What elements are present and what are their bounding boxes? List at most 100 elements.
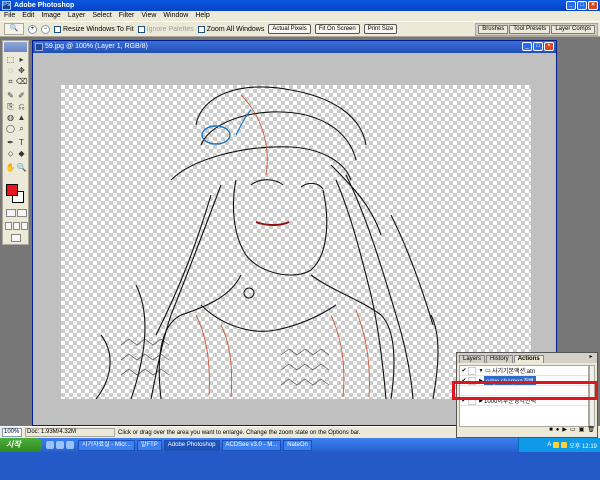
document-minimize-button[interactable]: _ (522, 42, 532, 51)
action-set-row[interactable]: ✔ ▼ ▭ 사기기본액션.atn (460, 366, 588, 376)
hand-tool-icon[interactable]: ✋ (5, 163, 16, 173)
quick-mask-mode-button[interactable] (17, 209, 27, 217)
brushes-tab[interactable]: Brushes (478, 25, 509, 34)
close-button[interactable]: × (588, 1, 598, 10)
menu-select[interactable]: Select (92, 11, 111, 21)
highlight-annotation (452, 381, 598, 400)
tray-icon[interactable] (561, 442, 568, 448)
action-toggle-check-icon[interactable]: ✔ (460, 367, 468, 374)
eraser-tool-icon[interactable]: ◍ (5, 113, 16, 123)
start-button[interactable]: 시작 (0, 438, 42, 452)
document-close-button[interactable]: × (544, 42, 554, 51)
resize-windows-checkbox[interactable]: Resize Windows To Fit (54, 25, 134, 33)
history-brush-tool-icon[interactable]: ⎌ (16, 102, 27, 112)
quick-launch-desktop-icon[interactable] (56, 441, 64, 449)
dialog-toggle-icon[interactable] (468, 366, 476, 375)
clone-stamp-tool-icon[interactable]: ⎘ (5, 102, 16, 112)
crop-tool-icon[interactable]: ⌗ (5, 77, 16, 87)
document-window-controls: _ □ × (522, 42, 554, 51)
delete-icon[interactable]: 🗑 (587, 426, 595, 435)
tab-layers[interactable]: Layers (459, 355, 486, 363)
restore-button[interactable]: □ (577, 1, 587, 10)
actual-pixels-button[interactable]: Actual Pixels (268, 24, 311, 34)
record-icon[interactable]: ● (556, 426, 560, 435)
path-selection-tool-icon[interactable]: ✒ (5, 138, 16, 148)
document-maximize-button[interactable]: □ (533, 42, 543, 51)
zoom-level-field[interactable]: 100% (2, 428, 22, 437)
type-tool-icon[interactable]: T (16, 138, 27, 148)
resize-windows-label: Resize Windows To Fit (63, 25, 134, 33)
ignore-palettes-label: Ignore Palettes (146, 25, 194, 33)
shape-tool-icon[interactable]: ◆ (16, 149, 27, 159)
print-size-button[interactable]: Print Size (363, 24, 398, 34)
fit-on-screen-button[interactable]: Fit On Screen (314, 24, 360, 34)
slice-tool-icon[interactable]: ⌫ (16, 77, 27, 87)
task-word[interactable]: 시기자료실 - Micr... (78, 439, 135, 451)
new-set-icon[interactable]: ▭ (570, 426, 576, 435)
menu-view[interactable]: View (141, 11, 156, 21)
tab-history[interactable]: History (486, 355, 513, 363)
app-title-bar: Ps Adobe Photoshop _ □ × (0, 0, 600, 11)
document-icon (35, 43, 43, 51)
toolbox-header (4, 42, 27, 52)
document-info[interactable]: Doc: 1.93M/4.32M (25, 428, 115, 437)
zoom-out-icon[interactable]: − (41, 24, 50, 34)
marquee-tool-icon[interactable]: ⬚ (5, 55, 16, 65)
language-indicator[interactable]: A (547, 442, 551, 448)
foreground-color-swatch[interactable] (6, 184, 18, 196)
task-photoshop[interactable]: Adobe Photoshop (163, 439, 220, 451)
task-acdsee[interactable]: ACDSee v3.0 - M... (221, 439, 282, 451)
action-set-label: 사기기본액션.atn (492, 369, 536, 375)
palette-menu-icon[interactable]: ▸ (587, 354, 595, 361)
stop-icon[interactable]: ■ (549, 426, 553, 435)
document-title: 59.jpg @ 100% (Layer 1, RGB/8) (45, 43, 148, 50)
standard-mode-button[interactable] (6, 209, 16, 217)
menu-file[interactable]: File (4, 11, 15, 21)
menu-layer[interactable]: Layer (68, 11, 86, 21)
screen-mode-full-button[interactable] (21, 222, 28, 230)
minimize-button[interactable]: _ (566, 1, 576, 10)
menu-help[interactable]: Help (195, 11, 209, 21)
ignore-palettes-check-icon[interactable] (137, 25, 145, 33)
healing-brush-tool-icon[interactable]: ✎ (5, 91, 16, 101)
screen-mode-full-menu-button[interactable] (13, 222, 20, 230)
menu-filter[interactable]: Filter (119, 11, 135, 21)
layer-comps-tab[interactable]: Layer Comps (551, 25, 595, 34)
clock: 오후 12:19 (569, 443, 597, 450)
zoom-all-check-icon[interactable] (197, 25, 205, 33)
ignore-palettes-checkbox[interactable]: Ignore Palettes (137, 25, 194, 33)
move-tool-icon[interactable]: ▸ (16, 55, 27, 65)
menu-bar: File Edit Image Layer Select Filter View… (0, 11, 600, 21)
zoom-tool-icon[interactable]: 🔍 (16, 163, 27, 173)
resize-windows-check-icon[interactable] (54, 25, 61, 33)
palette-bottom-bar: ■ ● ▶ ▭ ▣ 🗑 (459, 426, 595, 435)
gradient-tool-icon[interactable]: ▲ (16, 113, 27, 123)
quick-launch-ie-icon[interactable] (46, 441, 54, 449)
magic-wand-tool-icon[interactable]: ✥ (16, 66, 27, 76)
menu-window[interactable]: Window (163, 11, 188, 21)
taskbar-lower-area (0, 452, 600, 480)
play-icon[interactable]: ▶ (562, 426, 567, 435)
menu-image[interactable]: Image (41, 11, 60, 21)
dodge-tool-icon[interactable]: ⌕ (16, 124, 27, 134)
options-bar: 🔍 + − Resize Windows To Fit Ignore Palet… (0, 21, 600, 37)
jump-to-imageready-button[interactable] (11, 234, 21, 242)
zoom-all-windows-checkbox[interactable]: Zoom All Windows (197, 25, 264, 33)
quick-launch-media-icon[interactable] (66, 441, 74, 449)
tool-presets-tab[interactable]: Tool Presets (509, 25, 551, 34)
zoom-tool-preset-icon[interactable]: 🔍 (4, 23, 24, 35)
new-action-icon[interactable]: ▣ (579, 426, 585, 435)
tab-actions[interactable]: Actions (513, 355, 544, 363)
app-title: Adobe Photoshop (14, 2, 75, 9)
task-ftp[interactable]: 알FTP (136, 439, 162, 451)
tray-icon[interactable] (553, 442, 560, 448)
lasso-tool-icon[interactable]: ◌ (5, 66, 16, 76)
pen-tool-icon[interactable]: ⬦ (5, 149, 16, 159)
menu-edit[interactable]: Edit (22, 11, 34, 21)
zoom-in-icon[interactable]: + (28, 24, 37, 34)
blur-tool-icon[interactable]: ◯ (5, 124, 16, 134)
task-nateon[interactable]: NateOn (283, 439, 312, 451)
screen-mode-standard-button[interactable] (5, 222, 12, 230)
brush-tool-icon[interactable]: ✐ (16, 91, 27, 101)
document-title-bar[interactable]: 59.jpg @ 100% (Layer 1, RGB/8) _ □ × (33, 41, 556, 53)
